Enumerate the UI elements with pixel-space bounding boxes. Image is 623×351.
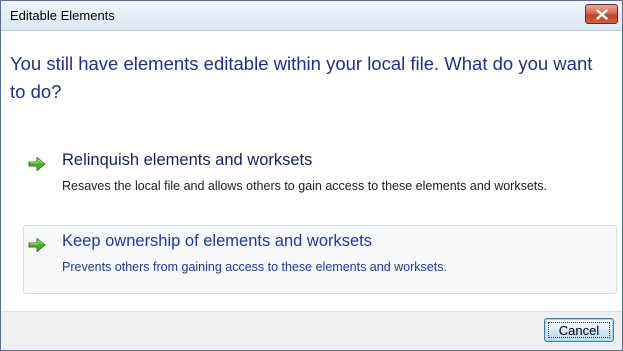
focus-ring (548, 322, 610, 338)
option-keep-ownership-description: Prevents others from gaining access to t… (62, 260, 447, 274)
option-relinquish-description: Resaves the local file and allows others… (62, 179, 547, 193)
option-keep-ownership[interactable]: Keep ownership of elements and worksets … (23, 225, 617, 294)
option-relinquish-title: Relinquish elements and worksets (62, 151, 313, 169)
dialog-content: You still have elements editable within … (1, 32, 622, 311)
green-arrow-icon (28, 157, 46, 171)
cancel-button[interactable]: Cancel (544, 318, 614, 342)
green-arrow-icon (28, 238, 46, 252)
dialog-footer: Cancel (1, 311, 622, 350)
close-icon (595, 8, 608, 20)
close-button[interactable] (585, 4, 618, 24)
dialog-question: You still have elements editable within … (10, 53, 593, 102)
option-relinquish[interactable]: Relinquish elements and worksets Resaves… (23, 144, 617, 220)
option-keep-ownership-title: Keep ownership of elements and worksets (62, 232, 373, 250)
title-bar: Editable Elements (1, 1, 622, 31)
editable-elements-dialog: Editable Elements You still have element… (0, 0, 623, 351)
window-title: Editable Elements (10, 8, 115, 23)
